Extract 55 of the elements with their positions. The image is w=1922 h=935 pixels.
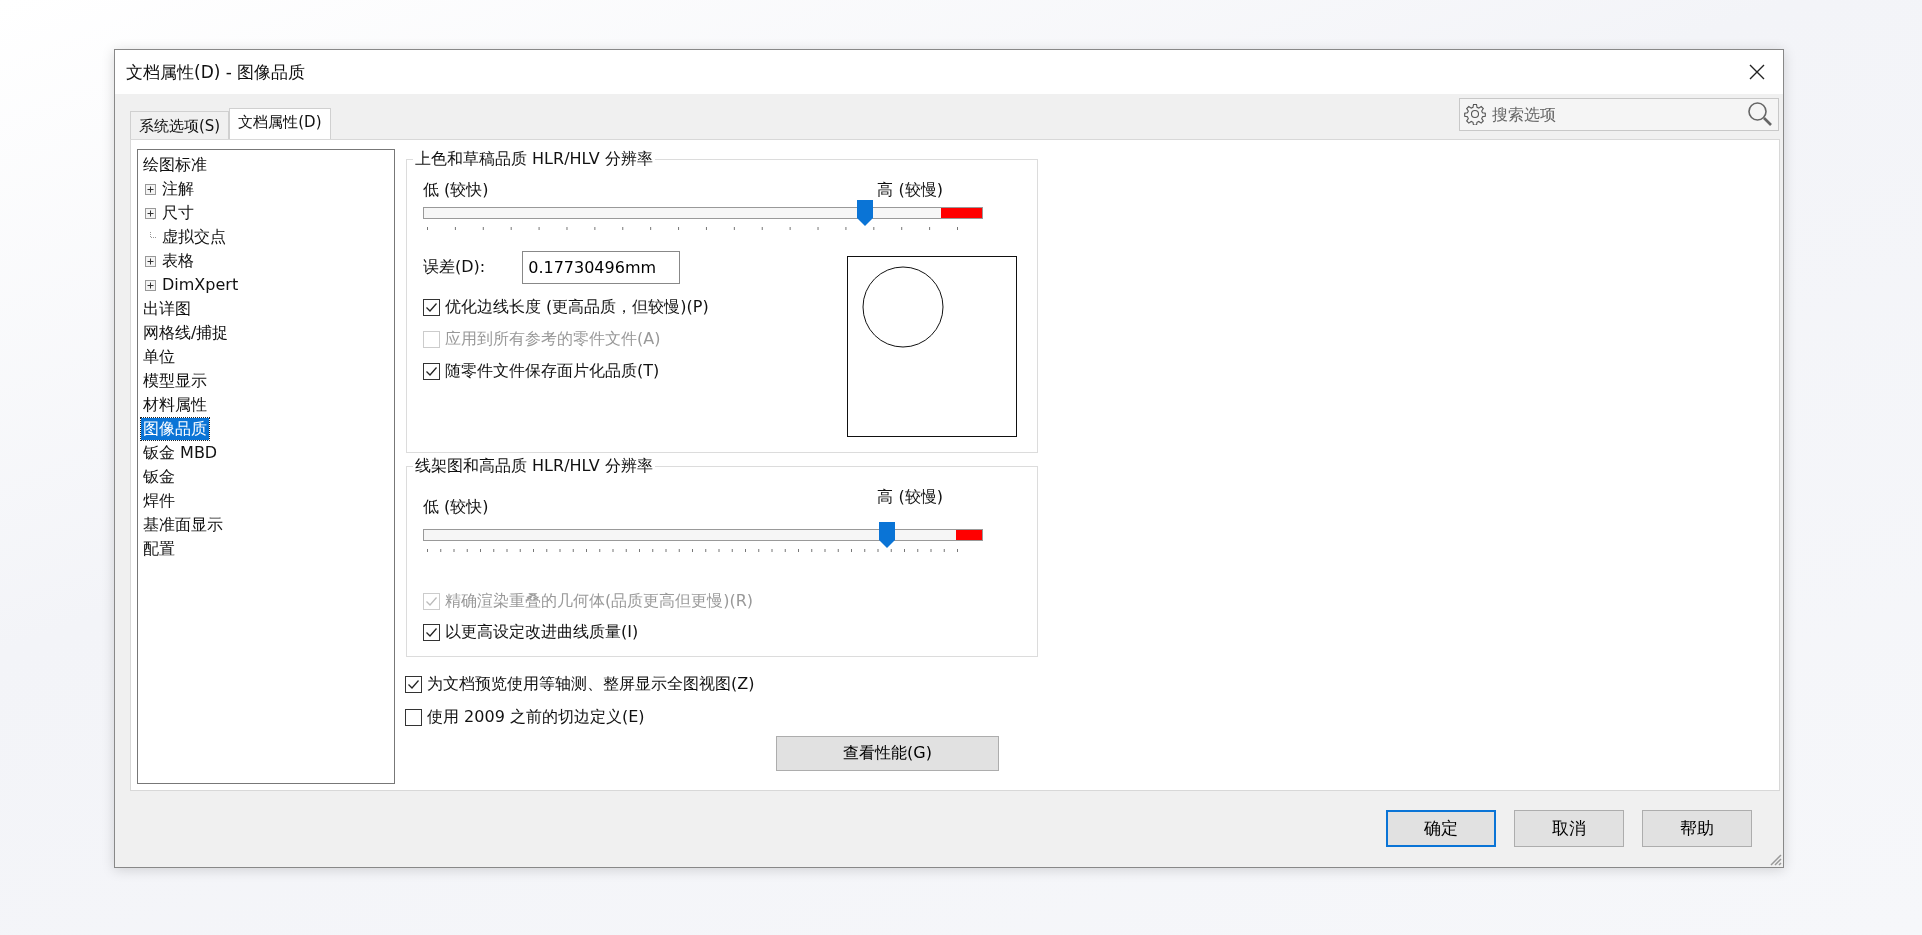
group-title: 线架图和高品质 HLR/HLV 分辨率 — [413, 456, 655, 477]
tree-item[interactable]: 钣金 MBD — [141, 442, 220, 464]
tab[interactable]: 文档属性(D) — [229, 108, 331, 139]
search-icon[interactable] — [1747, 101, 1773, 127]
checkbox-label: 使用 2009 之前的切边定义(E) — [427, 707, 645, 728]
tab[interactable]: 系统选项(S) — [130, 111, 230, 139]
dialog-button[interactable]: 确定 — [1386, 810, 1496, 847]
expand-icon[interactable] — [145, 279, 156, 291]
dialog-button[interactable]: 取消 — [1514, 810, 1624, 847]
expand-icon[interactable] — [145, 183, 156, 195]
tree-item[interactable]: 单位 — [141, 346, 177, 368]
tree-item[interactable]: 虚拟交点 — [160, 226, 228, 248]
tree-item[interactable]: 出详图 — [141, 298, 193, 320]
tree-item[interactable]: 焊件 — [141, 490, 177, 512]
search-field[interactable]: 搜索选项 — [1459, 98, 1779, 131]
checkbox-label: 精确渲染重叠的几何体(品质更高但更慢)(R) — [445, 591, 754, 612]
slider-label: 高 (较慢) — [877, 487, 943, 508]
checkbox-label: 优化边线长度 (更高品质，但较慢)(P) — [445, 297, 709, 318]
window-title: 文档属性(D) - 图像品质 — [126, 60, 306, 84]
tree-item[interactable]: 模型显示 — [141, 370, 209, 392]
tree-item[interactable]: 注解 — [160, 178, 196, 200]
slider-label: 低 (较快) — [423, 180, 489, 201]
checkbox-label: 以更高设定改进曲线质量(I) — [445, 622, 639, 643]
tree-item[interactable]: 材料属性 — [141, 394, 209, 416]
checkbox-label: 为文档预览使用等轴测、整屏显示全图视图(Z) — [427, 674, 755, 695]
warning-zone — [940, 208, 982, 218]
tree-item[interactable]: 基准面显示 — [141, 514, 225, 536]
performance-button[interactable]: 查看性能(G) — [776, 736, 999, 771]
dialog-button[interactable]: 帮助 — [1642, 810, 1752, 847]
field-label: 误差(D): — [423, 257, 486, 278]
slider-label: 高 (较慢) — [877, 180, 943, 201]
checkbox[interactable] — [423, 363, 440, 380]
checkbox[interactable] — [423, 624, 440, 641]
resize-grip-icon[interactable] — [1768, 852, 1782, 866]
slider-label: 低 (较快) — [423, 496, 489, 517]
close-icon[interactable] — [1749, 64, 1765, 80]
checkbox-label: 应用到所有参考的零件文件(A) — [445, 329, 661, 350]
checkbox[interactable] — [405, 709, 422, 726]
deviation-field[interactable]: 0.17730496mm — [522, 251, 681, 284]
expand-icon[interactable] — [145, 255, 156, 267]
tree-item[interactable]: 表格 — [160, 250, 196, 272]
tree-item[interactable]: 配置 — [141, 538, 177, 560]
checkbox[interactable] — [423, 299, 440, 316]
tree-item[interactable]: 网格线/捕捉 — [141, 322, 231, 344]
warning-zone — [956, 530, 982, 540]
tree-item[interactable]: 图像品质 — [141, 418, 209, 440]
slider-thumb[interactable] — [879, 522, 896, 548]
checkbox[interactable] — [405, 676, 422, 693]
tree-item[interactable]: 绘图标准 — [141, 154, 209, 176]
expand-icon[interactable] — [145, 207, 156, 219]
slider-thumb[interactable] — [856, 200, 873, 226]
tree-item[interactable]: 钣金 — [141, 466, 177, 488]
tree-item[interactable]: 尺寸 — [160, 202, 196, 224]
checkbox-label: 随零件文件保存面片化品质(T) — [445, 361, 660, 382]
tree-item[interactable]: DimXpert — [160, 274, 241, 296]
